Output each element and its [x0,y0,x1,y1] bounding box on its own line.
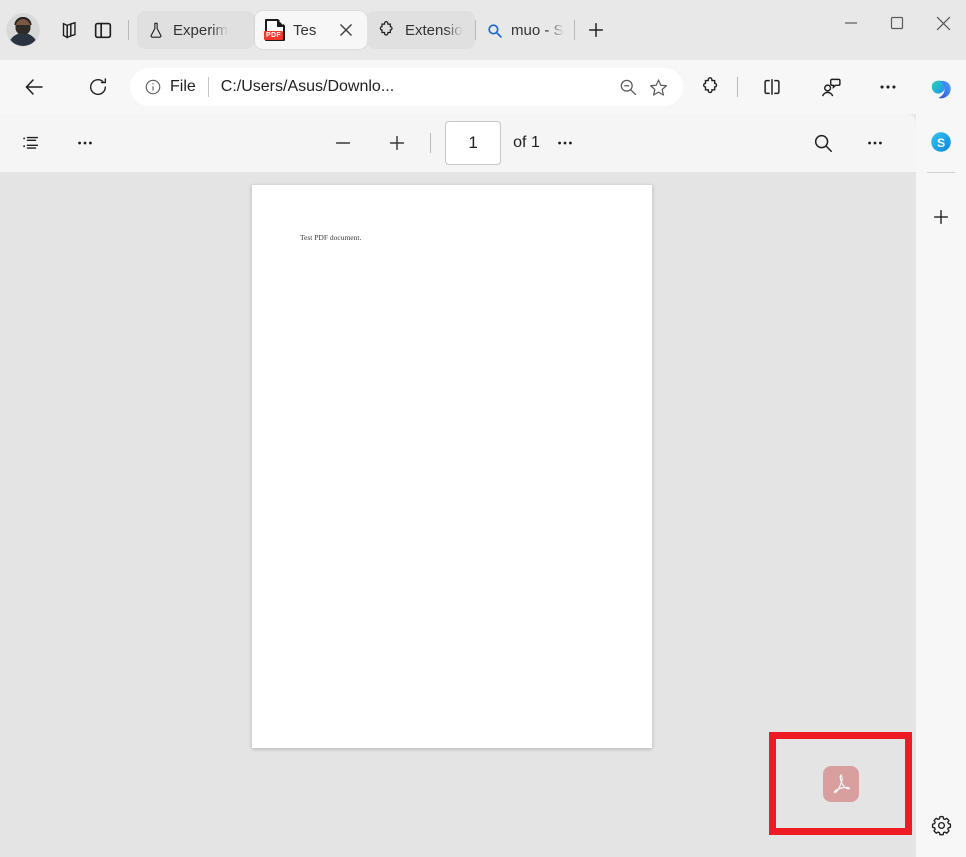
pdf-body-text: Test PDF document. [300,233,362,242]
window-controls [828,0,966,46]
plus-icon [390,135,405,151]
address-bar[interactable]: File C:/Users/Asus/Downlo... [130,68,683,106]
pdf-page: Test PDF document. [252,185,652,748]
refresh-button[interactable] [80,69,116,105]
vertical-tabs-button[interactable] [86,13,120,47]
favorites-button[interactable] [643,72,673,102]
close-icon [936,16,950,30]
minus-icon [336,142,351,144]
url-text[interactable]: C:/Users/Asus/Downlo... [221,78,613,96]
split-screen-button[interactable] [754,69,790,105]
adobe-acrobat-icon[interactable] [822,765,859,802]
tab-divider [574,20,575,40]
minimize-icon [845,22,857,24]
tab-test-pdf[interactable]: PDF Tes [255,11,367,49]
ellipsis-icon [868,141,882,145]
pdf-toolbar-divider [430,133,432,153]
tab-extensions[interactable]: Extensio [367,11,475,49]
star-icon [649,78,667,96]
pdf-more-options-button[interactable] [856,124,894,162]
tab-label: Tes [293,21,317,39]
profile-avatar[interactable] [6,13,40,47]
zoom-out-icon [620,79,637,96]
avatar-body [8,33,38,46]
pdf-toolbar: 1 of 1 [0,114,916,172]
info-icon[interactable] [144,78,162,96]
extensions-puzzle-icon [703,77,718,94]
sidebar-add-button[interactable] [921,197,961,237]
maximize-icon [890,16,904,30]
arrow-left-icon [25,79,43,95]
ellipsis-icon [558,141,572,145]
skype-icon: S [931,132,951,152]
zoom-out-address-button[interactable] [613,72,643,102]
pdf-viewer-area[interactable]: Test PDF document. [0,172,916,857]
svg-text:S: S [937,136,945,150]
share-button[interactable] [812,69,848,105]
refresh-icon [90,78,107,96]
zoom-out-button[interactable] [324,124,362,162]
collections-icon [62,21,76,39]
tab-label: Experim [173,21,229,39]
extensions-button[interactable] [693,69,729,105]
gear-icon [931,815,951,835]
close-icon [340,24,352,36]
share-person-icon [821,78,841,96]
sidebar-item-copilot[interactable] [921,70,961,110]
tab-experiments[interactable]: Experim [137,11,255,49]
tab-close-button[interactable] [335,19,357,41]
page-number-input[interactable]: 1 [445,121,502,165]
close-window-button[interactable] [920,0,966,46]
back-button[interactable] [16,69,52,105]
navigation-toolbar: File C:/Users/Asus/Downlo... [0,60,916,114]
browser-window: Experim PDF Tes Extensio muo - S File C:… [0,0,966,857]
zoom-in-button[interactable] [378,124,416,162]
panel-layout-icon [94,22,112,39]
maximize-button[interactable] [874,0,920,46]
tabstrip-divider [128,20,129,40]
annotation-highlight-box [769,732,912,835]
page-options-more-button[interactable] [546,124,584,162]
pdf-tools-more-button[interactable] [66,124,104,162]
toolbar-divider [737,77,738,97]
sidebar-divider [927,172,955,173]
tab-label: Extensio [405,21,463,39]
browser-sidebar: S [916,60,966,857]
search-icon [814,134,832,152]
settings-and-more-button[interactable] [870,69,906,105]
list-icon [23,136,39,149]
ellipsis-icon [880,85,896,89]
minimize-button[interactable] [828,0,874,46]
tab-collections-button[interactable] [52,13,86,47]
ellipsis-icon [78,141,92,145]
new-tab-button[interactable] [579,13,613,47]
table-of-contents-button[interactable] [12,124,50,162]
sidebar-settings-button[interactable] [921,805,961,845]
url-scheme-label: File [170,78,196,95]
tab-label: muo - S [511,21,564,39]
pdf-search-button[interactable] [804,124,842,162]
search-icon [488,23,502,38]
address-divider [207,77,209,97]
tab-strip: Experim PDF Tes Extensio muo - S [0,0,966,60]
flask-icon [150,22,162,38]
sidebar-item-skype[interactable]: S [921,122,961,162]
pdf-file-icon: PDF [264,19,285,41]
plus-icon [934,210,948,224]
split-screen-icon [764,79,780,95]
acrobat-glyph [833,774,850,793]
copilot-icon [931,80,951,99]
plus-icon [589,23,603,37]
extensions-puzzle-icon [379,21,393,36]
tab-muo-search[interactable]: muo - S [476,11,574,49]
page-count-label: of 1 [513,134,540,151]
